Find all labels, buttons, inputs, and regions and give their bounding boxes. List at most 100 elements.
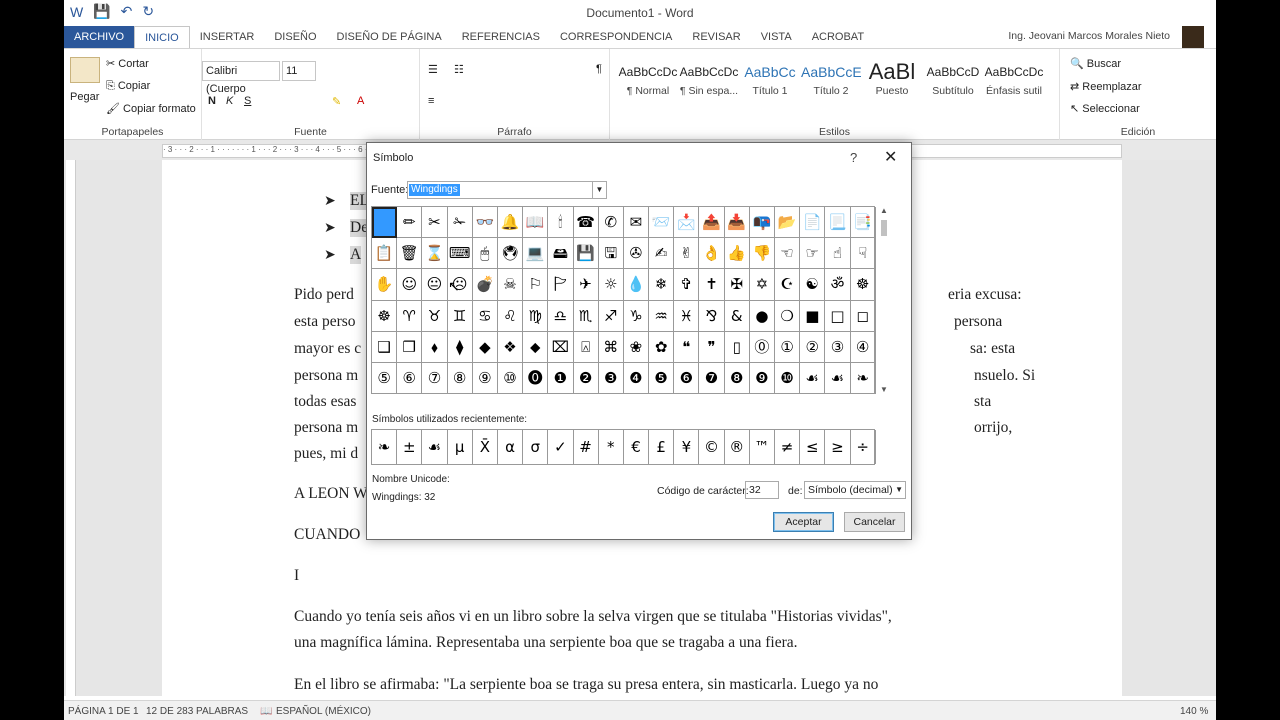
- symbol-cell[interactable]: 💻: [523, 238, 549, 270]
- font-size-input[interactable]: 11: [282, 61, 316, 81]
- symbol-cell[interactable]: 📥: [724, 207, 750, 239]
- symbol-cell[interactable]: ⚐: [523, 269, 549, 301]
- symbol-cell[interactable]: ⑥: [397, 362, 423, 395]
- symbol-cell[interactable]: ❾: [749, 362, 775, 395]
- word-count[interactable]: 12 DE 283 PALABRAS: [146, 706, 248, 717]
- style-item[interactable]: AaBl Puesto: [862, 59, 922, 107]
- symbol-grid[interactable]: ✏ ✂ ✁ 👓 🔔 📖 🕯 ☎ ✆ ✉ 📨 📩 📤 📥 📭 📂 📄 📃 📑 📋 🗑 ⌛ ⌨ 🖱 🖲 💻 🖴 💾 🖫 ✇ ✍ ✌ 👌 👍 👎 ☜ ☞ ☝ ☟ ✋…: [371, 206, 876, 395]
- symbol-cell[interactable]: ॐ: [825, 269, 851, 301]
- symbol-cell[interactable]: ▯: [724, 331, 750, 363]
- symbol-cell[interactable]: ♑: [623, 300, 650, 332]
- symbol-cell[interactable]: ☺: [397, 269, 423, 301]
- symbol-scrollbar[interactable]: ▲ ▼: [877, 206, 891, 394]
- symbol-cell[interactable]: 📋: [372, 238, 398, 270]
- symbol-cell[interactable]: 📑: [850, 207, 876, 239]
- recent-symbols[interactable]: ❧ ± ☙ µ X̄ α σ ✓ # * € £ ¥ © ® ™ ≠ ≤ ≥ ÷: [371, 429, 876, 465]
- symbol-cell[interactable]: ❷: [573, 362, 599, 395]
- symbol-cell[interactable]: ♊: [447, 300, 473, 332]
- symbol-cell[interactable]: ☎: [573, 207, 599, 239]
- close-icon[interactable]: ✕: [884, 147, 897, 167]
- scroll-thumb[interactable]: [881, 220, 887, 236]
- symbol-cell[interactable]: 💧: [623, 269, 650, 301]
- recent-symbol-cell[interactable]: ❧: [372, 430, 398, 464]
- symbol-cell[interactable]: ☜: [775, 238, 801, 270]
- symbol-cell[interactable]: ①: [775, 331, 801, 363]
- recent-symbol-cell[interactable]: ✓: [548, 430, 574, 464]
- zoom-level[interactable]: 140 %: [1180, 706, 1208, 717]
- symbol-cell[interactable]: ☟: [850, 238, 876, 270]
- scroll-down-icon[interactable]: ▼: [877, 385, 891, 394]
- symbol-cell[interactable]: ☠: [497, 269, 524, 301]
- symbol-cell[interactable]: ✝: [699, 269, 725, 301]
- symbol-cell[interactable]: ♏: [573, 300, 599, 332]
- symbol-cell[interactable]: ●: [749, 300, 775, 332]
- symbol-cell[interactable]: 🖫: [598, 238, 624, 270]
- symbol-cell[interactable]: ❶: [548, 362, 574, 395]
- chevron-down-icon[interactable]: ▼: [592, 182, 606, 198]
- pilcrow-icon[interactable]: ¶: [596, 63, 602, 75]
- symbol-cell[interactable]: [372, 207, 398, 239]
- symbol-cell[interactable]: 💾: [573, 238, 599, 270]
- tab-diseno-pagina[interactable]: DISEÑO DE PÁGINA: [327, 26, 452, 48]
- tab-inicio[interactable]: INICIO: [134, 26, 190, 48]
- symbol-cell[interactable]: 👍: [724, 238, 750, 270]
- symbol-cell[interactable]: ✍: [649, 238, 675, 270]
- style-item[interactable]: AaBbCcDc ¶ Sin espa...: [679, 59, 739, 107]
- symbol-cell[interactable]: ⑧: [447, 362, 473, 395]
- bold-button[interactable]: N: [208, 95, 216, 107]
- tab-correspondencia[interactable]: CORRESPONDENCIA: [550, 26, 682, 48]
- symbol-cell[interactable]: ❍: [775, 300, 801, 332]
- symbol-cell[interactable]: ⑨: [472, 362, 498, 395]
- style-item[interactable]: AaBbCc Título 1: [740, 59, 800, 107]
- symbol-cell[interactable]: ❄: [649, 269, 675, 301]
- symbol-cell[interactable]: ♉: [422, 300, 448, 332]
- symbol-cell[interactable]: ⌘: [598, 331, 624, 363]
- symbol-cell[interactable]: ❿: [775, 362, 801, 395]
- highlight-icon[interactable]: ✎: [332, 95, 341, 108]
- symbol-cell[interactable]: ③: [825, 331, 851, 363]
- page-indicator[interactable]: PÁGINA 1 DE 1: [68, 706, 139, 717]
- recent-symbol-cell[interactable]: α: [498, 430, 524, 464]
- symbol-cell[interactable]: ⓿: [523, 362, 549, 395]
- recent-symbol-cell[interactable]: ≠: [775, 430, 801, 464]
- recent-symbol-cell[interactable]: µ: [448, 430, 473, 464]
- symbol-cell[interactable]: 📄: [800, 207, 826, 239]
- symbol-cell[interactable]: ⓪: [749, 331, 775, 363]
- symbol-cell[interactable]: ⬥: [523, 331, 549, 363]
- symbol-cell[interactable]: 🖱: [472, 238, 498, 270]
- symbol-cell[interactable]: ✏: [397, 207, 423, 239]
- symbol-cell[interactable]: ⌧: [548, 331, 574, 363]
- symbol-cell[interactable]: 👎: [749, 238, 775, 270]
- font-name-input[interactable]: Calibri (Cuerpo: [202, 61, 280, 95]
- symbol-cell[interactable]: 💣: [472, 269, 498, 301]
- symbol-cell[interactable]: ❧: [850, 362, 876, 395]
- symbol-cell[interactable]: □: [825, 300, 851, 332]
- symbol-cell[interactable]: ❝: [674, 331, 700, 363]
- symbol-cell[interactable]: ♒: [649, 300, 675, 332]
- proofing-icon[interactable]: 📖: [260, 706, 272, 717]
- recent-symbol-cell[interactable]: €: [624, 430, 650, 464]
- help-icon[interactable]: ?: [850, 150, 857, 165]
- symbol-cell[interactable]: ✡: [749, 269, 775, 301]
- underline-button[interactable]: S: [244, 95, 251, 107]
- clipboard-icon[interactable]: [70, 57, 100, 83]
- symbol-cell[interactable]: ✿: [649, 331, 675, 363]
- style-item[interactable]: AaBbCcDc Énfasis sutil: [984, 59, 1044, 107]
- symbol-cell[interactable]: ✆: [598, 207, 624, 239]
- recent-symbol-cell[interactable]: ☙: [422, 430, 448, 464]
- symbol-cell[interactable]: ⑤: [372, 362, 398, 395]
- symbol-cell[interactable]: 📖: [523, 207, 549, 239]
- symbol-cell[interactable]: 🗑: [397, 238, 423, 270]
- symbol-cell[interactable]: ✠: [724, 269, 750, 301]
- symbol-cell[interactable]: 🖴: [548, 238, 574, 270]
- ok-button[interactable]: Aceptar: [773, 512, 834, 532]
- symbol-cell[interactable]: ✌: [674, 238, 700, 270]
- symbol-cell[interactable]: ✇: [623, 238, 650, 270]
- symbol-cell[interactable]: 🖲: [497, 238, 524, 270]
- symbol-cell[interactable]: ♋: [472, 300, 498, 332]
- bullets-icon[interactable]: ☰: [428, 63, 438, 76]
- recent-symbol-cell[interactable]: *: [599, 430, 624, 464]
- symbol-cell[interactable]: ☼: [598, 269, 624, 301]
- chevron-down-icon[interactable]: ▼: [895, 482, 903, 498]
- symbol-cell[interactable]: ☪: [775, 269, 801, 301]
